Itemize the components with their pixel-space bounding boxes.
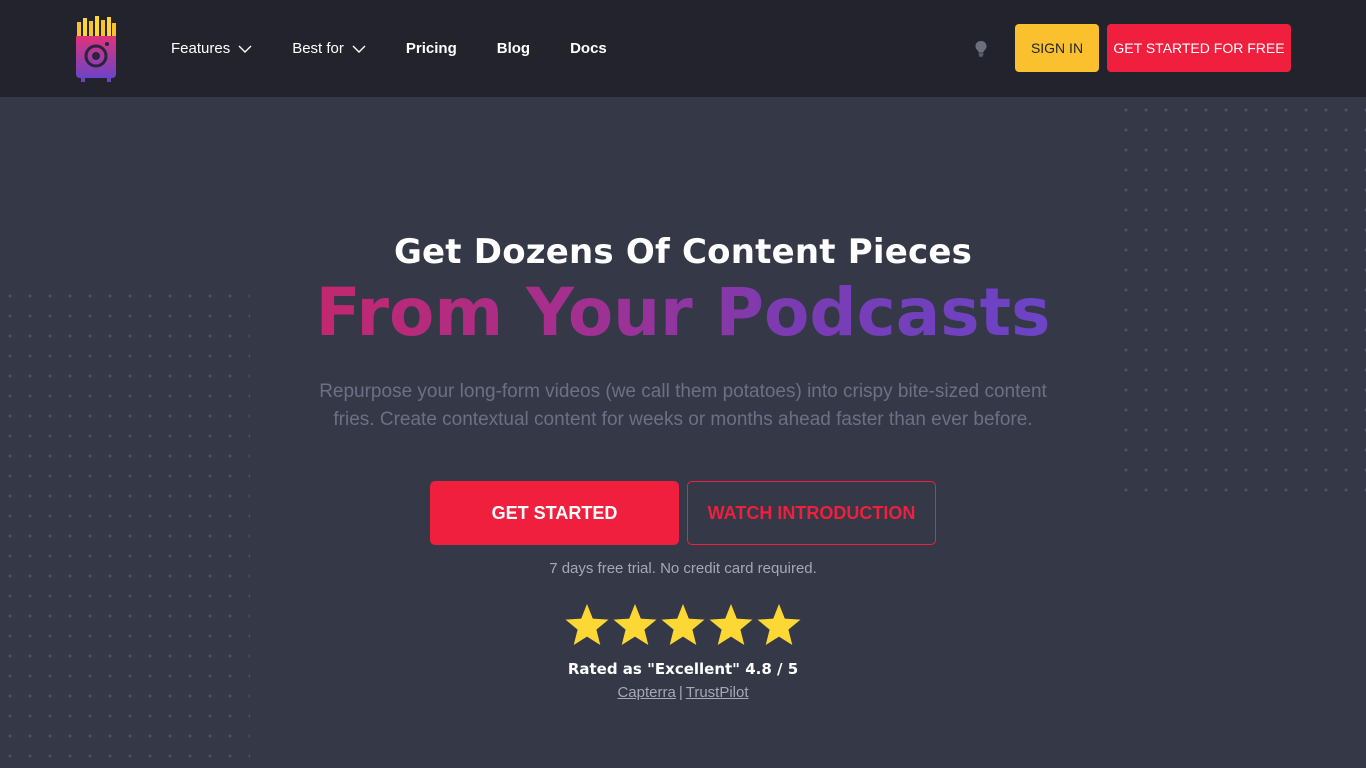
hero-subtitle-gradient-text: From Your Podcasts <box>315 274 1051 351</box>
watch-introduction-button[interactable]: WATCH INTRODUCTION <box>687 481 936 545</box>
hero-title: Get Dozens Of Content Pieces <box>393 232 973 272</box>
nav-item-pricing[interactable]: Pricing <box>406 40 457 57</box>
nav-item-features[interactable]: Features <box>171 40 252 57</box>
star-icon <box>613 604 657 645</box>
nav-label: Blog <box>496 40 531 57</box>
landing-page: Features Best for Pricing Blog Docs SIGN… <box>0 0 1366 768</box>
hero-subtitle: From Your Podcasts <box>0 272 1366 354</box>
sign-in-button[interactable]: SIGN IN <box>1015 24 1099 72</box>
rating-stars <box>563 602 803 648</box>
separator: | <box>678 684 683 701</box>
get-started-free-button[interactable]: GET STARTED FOR FREE <box>1107 24 1291 72</box>
star-icon <box>757 604 801 645</box>
get-started-button[interactable]: GET STARTED <box>430 481 679 545</box>
rating-text: Rated as "Excellent" 4.8 / 5 <box>567 660 799 678</box>
trustpilot-link[interactable]: TrustPilot <box>686 684 749 701</box>
star-icon <box>565 604 609 645</box>
nav-label: Best for <box>292 40 344 57</box>
nav-item-blog[interactable]: Blog <box>497 40 530 57</box>
site-header: Features Best for Pricing Blog Docs SIGN… <box>0 0 1366 97</box>
logo-icon[interactable] <box>74 16 118 82</box>
nav-label: Features <box>171 40 231 57</box>
hero-description: Repurpose your long-form videos (we call… <box>319 381 1047 430</box>
chevron-down-icon <box>238 45 252 53</box>
star-icon <box>661 604 705 645</box>
lightbulb-icon[interactable] <box>974 40 988 57</box>
review-sources: Capterra | TrustPilot <box>0 684 1366 701</box>
star-icon <box>709 604 753 645</box>
main-nav: Features Best for Pricing Blog Docs <box>171 0 647 97</box>
trial-note: 7 days free trial. No credit card requir… <box>549 560 817 577</box>
chevron-down-icon <box>352 45 366 53</box>
nav-label: Docs <box>570 40 607 57</box>
nav-item-best-for[interactable]: Best for <box>292 40 366 57</box>
capterra-link[interactable]: Capterra <box>617 684 675 701</box>
nav-item-docs[interactable]: Docs <box>570 40 607 57</box>
nav-label: Pricing <box>405 40 457 57</box>
